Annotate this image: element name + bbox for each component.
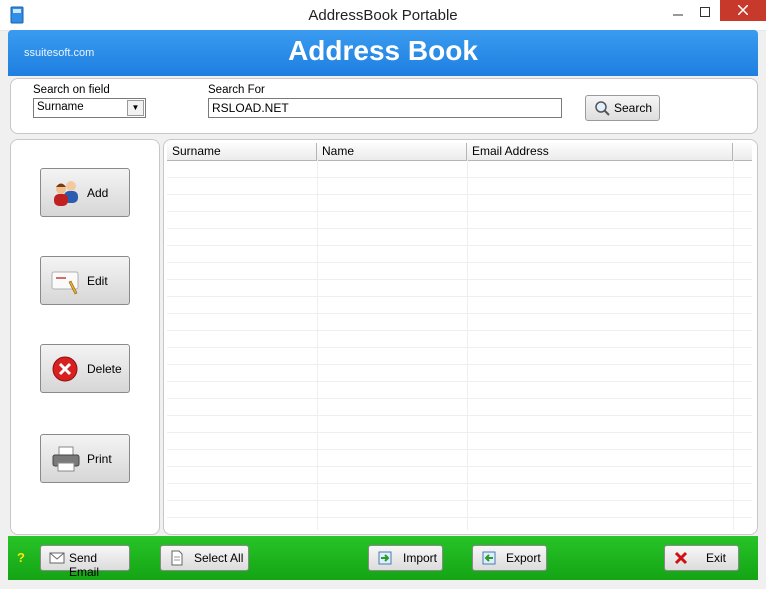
table-row-line <box>167 177 752 178</box>
table-row-line <box>167 364 752 365</box>
table-column-line <box>467 160 468 530</box>
import-button[interactable]: Import <box>368 545 443 571</box>
minimize-icon <box>673 14 683 16</box>
help-icon[interactable]: ? <box>17 550 25 565</box>
table-row-line <box>167 194 752 195</box>
print-button-label: Print <box>87 452 112 466</box>
maximize-button[interactable] <box>688 0 722 26</box>
maximize-icon <box>700 7 710 17</box>
search-button-label: Search <box>614 101 653 115</box>
column-header-surname[interactable]: Surname <box>167 143 317 160</box>
exit-button[interactable]: Exit <box>664 545 739 571</box>
table-row-line <box>167 466 752 467</box>
table-row-line <box>167 279 752 280</box>
envelope-icon <box>49 552 65 564</box>
exit-icon <box>674 551 688 565</box>
table-row-line <box>167 313 752 314</box>
contacts-table-panel: Surname Name Email Address <box>163 139 758 535</box>
select-all-button[interactable]: Select All <box>160 545 249 571</box>
search-input-value: RSLOAD.NET <box>212 101 289 115</box>
search-icon <box>595 101 610 116</box>
table-row-line <box>167 398 752 399</box>
delete-icon <box>52 356 78 382</box>
edit-card-icon <box>51 271 79 295</box>
contacts-table[interactable]: Surname Name Email Address <box>167 143 752 530</box>
export-button[interactable]: Export <box>472 545 547 571</box>
page-title: Address Book <box>288 35 478 66</box>
send-email-label: Send Email <box>69 551 100 579</box>
users-icon <box>54 181 78 206</box>
delete-button[interactable]: Delete <box>40 344 130 393</box>
table-header: Surname Name Email Address <box>167 143 752 161</box>
search-input[interactable]: RSLOAD.NET <box>208 98 562 118</box>
table-row-line <box>167 381 752 382</box>
chevron-down-icon[interactable]: ▼ <box>127 100 144 116</box>
table-row-line <box>167 449 752 450</box>
edit-button[interactable]: Edit <box>40 256 130 305</box>
table-row-line <box>167 500 752 501</box>
table-row-line <box>167 211 752 212</box>
search-field-label: Search on field <box>33 84 110 96</box>
table-row-line <box>167 432 752 433</box>
printer-icon <box>52 446 80 472</box>
add-button[interactable]: Add <box>40 168 130 217</box>
search-panel: Search on field Surname ▼ Search For RSL… <box>10 78 758 134</box>
table-row-line <box>167 347 752 348</box>
table-row-line <box>167 228 752 229</box>
exit-label: Exit <box>706 551 727 565</box>
app-header: ssuitesoft.com Address Book <box>8 30 758 76</box>
table-row-line <box>167 517 752 518</box>
edit-button-label: Edit <box>87 274 108 288</box>
table-column-line <box>317 160 318 530</box>
search-for-label: Search For <box>208 84 265 96</box>
table-row-line <box>167 296 752 297</box>
window-title: AddressBook Portable <box>308 7 458 24</box>
add-button-label: Add <box>87 186 109 200</box>
search-button[interactable]: Search <box>585 95 660 121</box>
bottom-toolbar: ? Send Email Select All Import Export Ex… <box>8 536 758 580</box>
table-row-line <box>167 245 752 246</box>
import-label: Import <box>403 551 438 565</box>
column-header-email[interactable]: Email Address <box>467 143 733 160</box>
close-icon <box>737 4 749 16</box>
table-column-line <box>733 160 734 530</box>
table-row-line <box>167 415 752 416</box>
print-button[interactable]: Print <box>40 434 130 483</box>
table-row-line <box>167 330 752 331</box>
select-all-label: Select All <box>194 551 244 565</box>
action-sidebar: Add Edit Delete Print <box>10 139 160 535</box>
import-icon <box>378 551 392 565</box>
search-field-select[interactable]: Surname ▼ <box>33 98 146 118</box>
document-icon <box>171 550 183 566</box>
close-button[interactable] <box>720 0 766 21</box>
export-label: Export <box>506 551 541 565</box>
column-header-name[interactable]: Name <box>317 143 467 160</box>
send-email-button[interactable]: Send Email <box>40 545 130 579</box>
title-bar: AddressBook Portable <box>0 0 766 31</box>
export-icon <box>482 551 496 565</box>
table-row-line <box>167 262 752 263</box>
delete-button-label: Delete <box>87 362 122 376</box>
table-row-line <box>167 483 752 484</box>
search-field-value: Surname <box>37 101 84 113</box>
